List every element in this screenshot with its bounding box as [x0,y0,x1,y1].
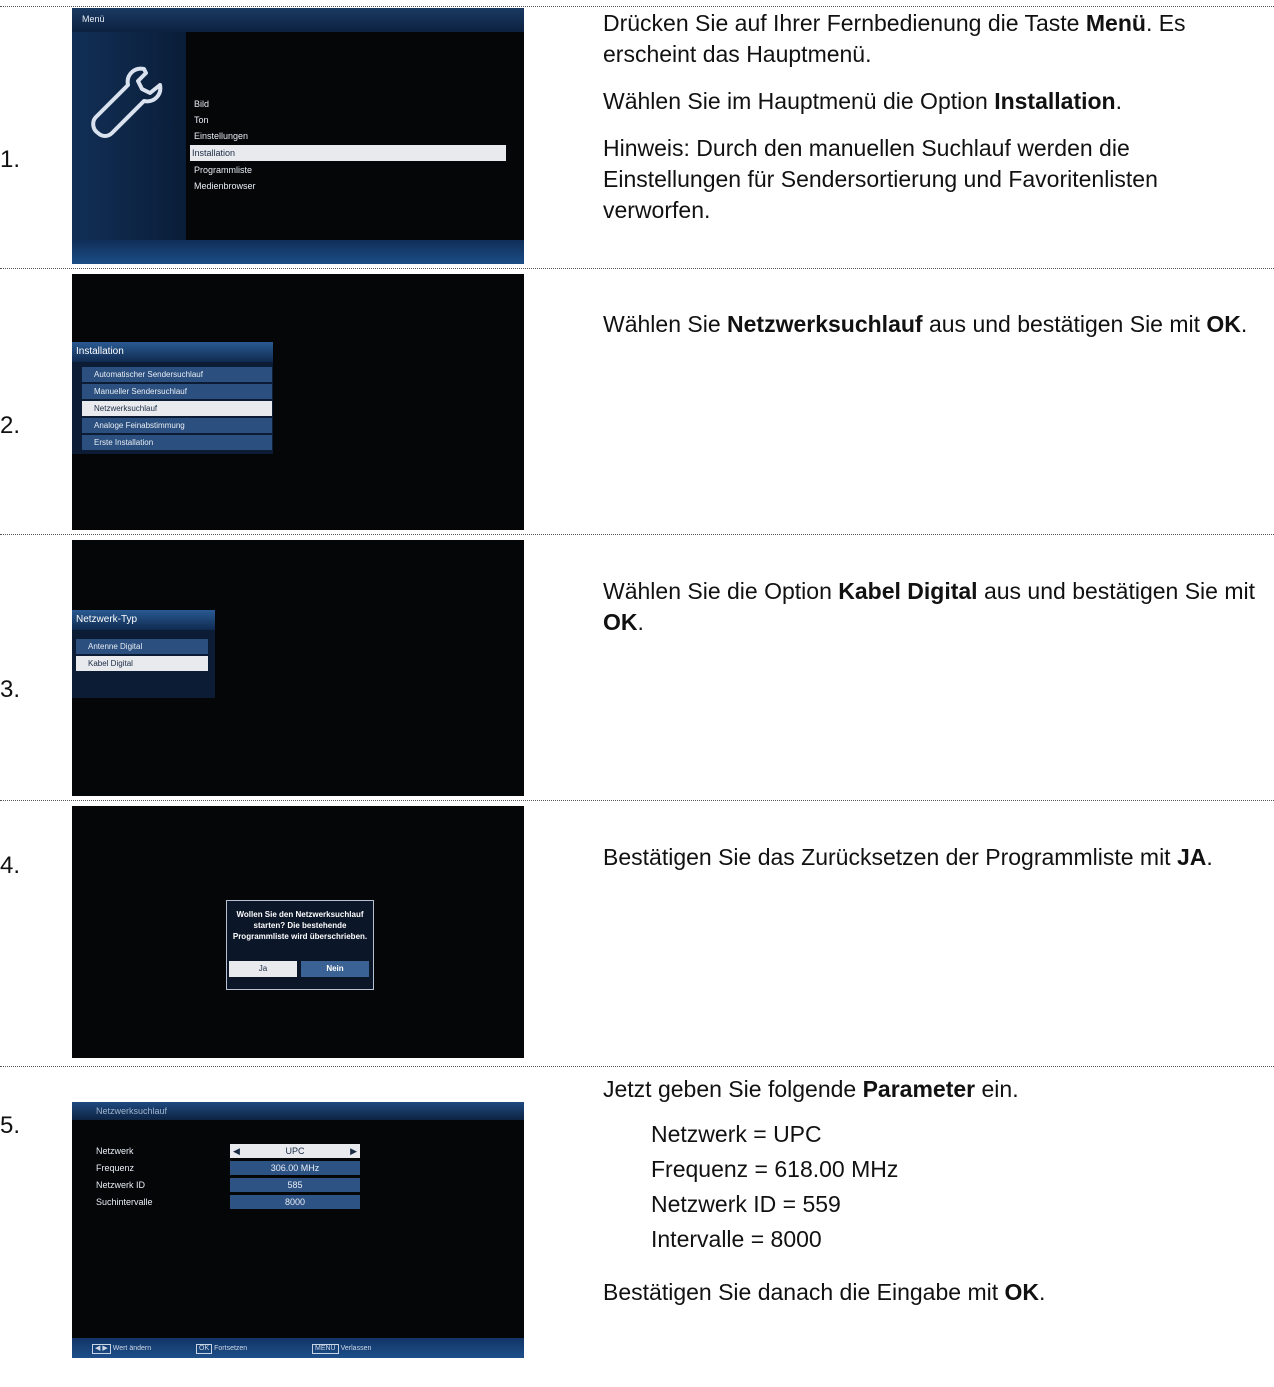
step-description: Wählen Sie die Option Kabel Digital aus … [603,578,1256,635]
step-number: 5. [0,1112,21,1139]
tv-param-value: 585 [230,1178,360,1192]
step-description: Wählen Sie Netzwerksuchlauf aus und best… [603,311,1248,337]
step-description: Jetzt geben Sie folgende Parameter ein. … [603,1074,1268,1324]
tv-param-label: Netzwerk [96,1146,134,1156]
tv-menu-item: Analoge Feinabstimmung [82,418,272,433]
tv-menu-item: Manueller Sendersuchlauf [82,384,272,399]
separator [0,6,1274,7]
step-description: Drücken Sie auf Ihrer Fernbedienung die … [603,10,1186,223]
tv-menu-title: Netzwerksuchlauf [96,1106,168,1116]
step-number: 4. [0,852,21,879]
tv-dialog-yes: Ja [229,961,297,977]
tv-menu-item: Automatischer Sendersuchlauf [82,367,272,382]
tv-menu-item: Ton [194,115,209,125]
tv-screenshot-network-type: Netzwerk-Typ Antenne Digital Kabel Digit… [72,540,524,796]
tv-menu-item-selected: Netzwerksuchlauf [82,401,272,416]
tv-param-value: 8000 [230,1195,360,1209]
parameter-line: Frequenz = 618.00 MHz [651,1156,899,1182]
tv-param-value: 306.00 MHz [230,1161,360,1175]
tv-footer-hint: MENU Verlassen [312,1344,371,1354]
separator [0,534,1274,535]
tv-menu-title: Netzwerk-Typ [72,610,215,630]
parameter-line: Netzwerk = UPC [651,1121,822,1147]
tv-menu-item: Antenne Digital [76,639,208,654]
tv-screenshot-installation: Installation Automatischer Sendersuchlau… [72,274,524,530]
tv-menu-item: Bild [194,99,210,109]
step-number: 1. [0,146,21,173]
tv-screenshot-main-menu: Menü Bild Ton Einstellungen Installation… [72,8,524,264]
step-number: 2. [0,412,21,439]
separator [0,268,1274,269]
tv-footer-bar [72,240,524,264]
tv-confirm-dialog: Wollen Sie den Netzwerksuchlauf starten?… [226,900,374,990]
tv-screenshot-confirm-dialog: Wollen Sie den Netzwerksuchlauf starten?… [72,806,524,1058]
parameter-list: Netzwerk = UPC Frequenz = 618.00 MHz Net… [603,1117,1268,1257]
step-description: Bestätigen Sie das Zurücksetzen der Prog… [603,844,1213,870]
tv-menu-item: Medienbrowser [194,181,256,191]
tv-param-value: ◀ UPC ▶ [230,1144,360,1158]
tv-param-label: Netzwerk ID [96,1180,146,1190]
tv-footer-hint: ◀ ▶ Wert ändern [92,1344,151,1354]
tv-param-label: Suchintervalle [96,1197,153,1207]
ok-key-icon: OK [196,1344,213,1354]
arrow-left-icon: ◀ [233,1146,240,1156]
parameter-line: Netzwerk ID = 559 [651,1191,841,1217]
tv-menu-item: Einstellungen [194,131,249,141]
separator [0,800,1274,801]
tv-menu-title: Menü [82,14,105,24]
tv-menu-item: Erste Installation [82,435,272,450]
arrows-key-icon: ◀ ▶ [92,1344,111,1354]
tv-menu-item-selected: Installation [190,145,506,161]
tv-footer-hint: OK Fortsetzen [196,1344,247,1354]
wrench-icon [91,66,163,138]
menu-key-icon: MENU [312,1344,339,1354]
tv-header-bar [72,8,524,32]
arrow-right-icon: ▶ [350,1146,357,1156]
tv-menu-item-selected: Kabel Digital [76,656,208,671]
separator [0,1066,1274,1067]
tv-dialog-no: Nein [301,961,369,977]
tv-param-label: Frequenz [96,1163,135,1173]
tv-menu-item: Programmliste [194,165,253,175]
parameter-line: Intervalle = 8000 [651,1226,822,1252]
tv-dialog-message: Wollen Sie den Netzwerksuchlauf starten?… [232,910,368,941]
tv-menu-title: Installation [72,342,273,362]
tv-footer-bar: ◀ ▶ Wert ändern OK Fortsetzen MENU Verlasse… [72,1338,524,1358]
step-number: 3. [0,676,21,703]
tv-screenshot-network-search: Netzwerksuchlauf Netzwerk ◀ UPC ▶ Freque… [72,1102,524,1358]
